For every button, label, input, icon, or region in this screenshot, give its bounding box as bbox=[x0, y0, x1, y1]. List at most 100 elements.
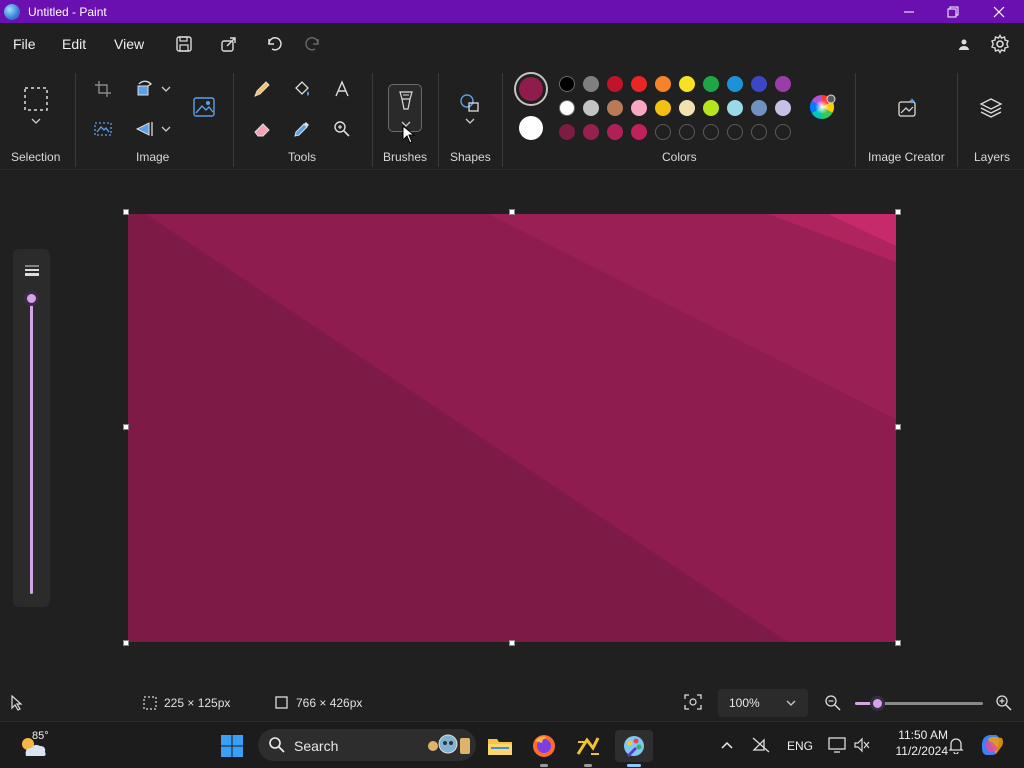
custom-color-slot[interactable] bbox=[655, 124, 671, 140]
brush-size-slider[interactable] bbox=[30, 299, 33, 594]
palette-color-swatch[interactable] bbox=[703, 76, 719, 92]
eraser-button[interactable] bbox=[248, 115, 276, 143]
minimize-button[interactable] bbox=[886, 0, 932, 23]
palette-color-swatch[interactable] bbox=[559, 124, 575, 140]
save-button[interactable] bbox=[171, 31, 197, 57]
clock[interactable]: 11:50 AM 11/2/2024 bbox=[880, 728, 949, 764]
layers-button[interactable] bbox=[977, 94, 1005, 122]
start-button[interactable] bbox=[216, 730, 248, 762]
selection-size-text: 225 × 125px bbox=[164, 696, 231, 710]
menu-view[interactable]: View bbox=[114, 36, 144, 52]
network-status-button[interactable] bbox=[751, 736, 771, 754]
custom-color-slot[interactable] bbox=[703, 124, 719, 140]
zoom-in-button[interactable] bbox=[995, 694, 1013, 712]
drawing-canvas[interactable] bbox=[128, 214, 896, 642]
file-explorer-button[interactable] bbox=[484, 730, 516, 762]
palette-color-swatch[interactable] bbox=[607, 124, 623, 140]
firefox-button[interactable] bbox=[528, 730, 560, 767]
display-button[interactable] bbox=[828, 736, 846, 754]
edit-colors-button[interactable] bbox=[808, 93, 836, 121]
copilot-button[interactable] bbox=[978, 730, 1008, 760]
canvas-resize-handle[interactable] bbox=[895, 640, 901, 646]
zoom-dropdown[interactable]: 100% bbox=[718, 689, 808, 717]
language-indicator[interactable]: ENG bbox=[787, 739, 813, 753]
selection-tool-button[interactable] bbox=[22, 85, 50, 113]
menu-edit[interactable]: Edit bbox=[62, 36, 86, 52]
redo-button[interactable] bbox=[300, 31, 326, 57]
palette-color-swatch[interactable] bbox=[679, 76, 695, 92]
custom-color-slot[interactable] bbox=[679, 124, 695, 140]
palette-color-swatch[interactable] bbox=[655, 76, 671, 92]
palette-color-swatch[interactable] bbox=[631, 76, 647, 92]
app-button[interactable] bbox=[572, 730, 604, 767]
palette-color-swatch[interactable] bbox=[583, 124, 599, 140]
secondary-color-swatch[interactable] bbox=[519, 116, 543, 140]
palette-color-swatch[interactable] bbox=[559, 100, 575, 116]
palette-color-swatch[interactable] bbox=[607, 76, 623, 92]
pencil-button[interactable] bbox=[248, 75, 276, 103]
layers-icon bbox=[979, 98, 1003, 118]
primary-color-ring[interactable] bbox=[514, 72, 548, 106]
maximize-button[interactable] bbox=[930, 0, 976, 23]
weather-widget[interactable]: 85° bbox=[14, 728, 54, 762]
close-button[interactable] bbox=[976, 0, 1022, 23]
palette-color-swatch[interactable] bbox=[631, 124, 647, 140]
palette-color-swatch[interactable] bbox=[751, 100, 767, 116]
color-picker-button[interactable] bbox=[288, 115, 316, 143]
palette-color-swatch[interactable] bbox=[727, 100, 743, 116]
image-select-button[interactable] bbox=[190, 93, 218, 121]
menu-file[interactable]: File bbox=[13, 36, 36, 52]
taskbar-search-box[interactable]: Search bbox=[258, 729, 476, 761]
resize-dropdown[interactable] bbox=[154, 75, 178, 103]
palette-color-swatch[interactable] bbox=[703, 100, 719, 116]
fit-to-window-button[interactable] bbox=[683, 693, 705, 713]
canvas-resize-handle[interactable] bbox=[509, 640, 515, 646]
palette-color-swatch[interactable] bbox=[655, 100, 671, 116]
zoom-out-button[interactable] bbox=[824, 694, 842, 712]
custom-color-slot[interactable] bbox=[727, 124, 743, 140]
palette-color-swatch[interactable] bbox=[607, 100, 623, 116]
canvas-resize-handle[interactable] bbox=[895, 424, 901, 430]
ribbon-divider bbox=[372, 73, 373, 167]
account-button[interactable] bbox=[951, 31, 977, 57]
flip-dropdown[interactable] bbox=[154, 115, 178, 143]
brush-size-slider-thumb[interactable] bbox=[24, 291, 39, 306]
palette-color-swatch[interactable] bbox=[679, 100, 695, 116]
custom-color-slot[interactable] bbox=[775, 124, 791, 140]
palette-color-swatch[interactable] bbox=[775, 76, 791, 92]
palette-color-swatch[interactable] bbox=[751, 76, 767, 92]
palette-color-swatch[interactable] bbox=[583, 76, 599, 92]
palette-color-swatch[interactable] bbox=[583, 100, 599, 116]
title-bar: Untitled - Paint bbox=[0, 0, 1024, 23]
palette-color-swatch[interactable] bbox=[775, 100, 791, 116]
custom-color-slot[interactable] bbox=[751, 124, 767, 140]
fill-button[interactable] bbox=[288, 75, 316, 103]
palette-color-swatch[interactable] bbox=[631, 100, 647, 116]
shapes-dropdown[interactable] bbox=[456, 113, 484, 129]
text-button[interactable] bbox=[328, 75, 356, 103]
primary-color-swatch[interactable] bbox=[519, 77, 543, 101]
paint-taskbar-button[interactable] bbox=[615, 730, 653, 767]
canvas-resize-handle[interactable] bbox=[123, 209, 129, 215]
magnifier-button[interactable] bbox=[328, 115, 356, 143]
notifications-button[interactable] bbox=[948, 736, 966, 755]
network-icon bbox=[752, 737, 770, 753]
undo-button[interactable] bbox=[261, 31, 287, 57]
palette-color-swatch[interactable] bbox=[727, 76, 743, 92]
remove-background-button[interactable] bbox=[89, 115, 117, 143]
image-creator-icon bbox=[898, 98, 916, 117]
image-creator-button[interactable] bbox=[893, 94, 921, 122]
canvas-resize-handle[interactable] bbox=[123, 640, 129, 646]
settings-button[interactable] bbox=[987, 31, 1013, 57]
share-button[interactable] bbox=[216, 31, 242, 57]
zoom-slider-thumb[interactable] bbox=[869, 696, 885, 711]
canvas-resize-handle[interactable] bbox=[895, 209, 901, 215]
show-hidden-icons-button[interactable] bbox=[720, 737, 736, 753]
canvas-resize-handle[interactable] bbox=[123, 424, 129, 430]
volume-button[interactable] bbox=[853, 736, 871, 754]
selection-dropdown[interactable] bbox=[22, 113, 50, 129]
canvas-resize-handle[interactable] bbox=[509, 209, 515, 215]
zoom-slider[interactable] bbox=[855, 696, 983, 711]
crop-button[interactable] bbox=[89, 75, 117, 103]
palette-color-swatch[interactable] bbox=[559, 76, 575, 92]
